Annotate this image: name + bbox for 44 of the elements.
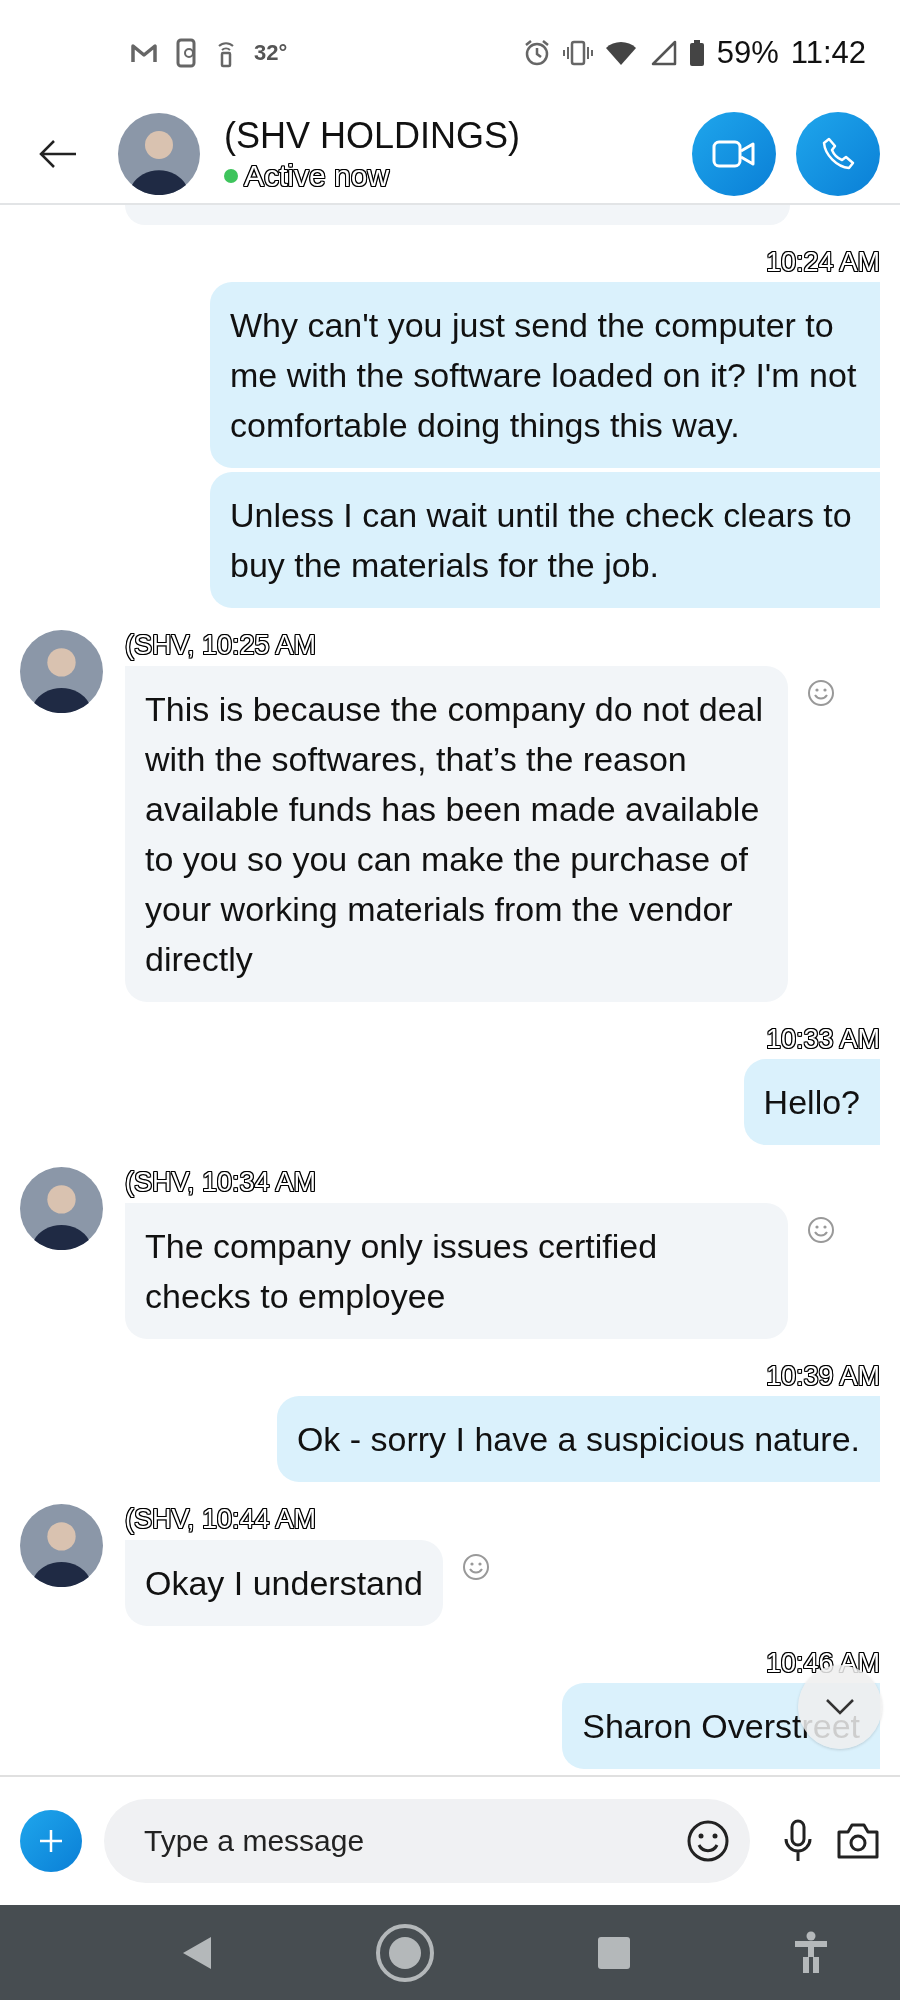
home-icon[interactable]	[375, 1922, 435, 1983]
battery-level: 59%	[716, 34, 779, 71]
message-bubble: This is because the company do not deal with the softwares, that’s the reason available funds has been made available to you so you can make the purchase of your working materials from the vendor directly	[125, 666, 788, 1002]
avatar[interactable]	[118, 113, 200, 195]
avatar[interactable]	[20, 1504, 103, 1587]
microphone-icon[interactable]	[782, 1819, 814, 1863]
wifi-icon	[604, 39, 637, 66]
message-time: 10:39 AM	[765, 1361, 880, 1391]
avatar[interactable]	[20, 630, 103, 713]
presence-status: Active now	[244, 159, 390, 193]
mail-icon	[130, 41, 158, 64]
plus-icon	[38, 1828, 64, 1854]
message-bubble: The company only issues certified checks to employee	[125, 1203, 788, 1339]
message-input[interactable]: Type a message	[104, 1799, 750, 1883]
message-bubble: Unless I can wait until the check clears to buy the materials for the job.	[210, 472, 880, 608]
contact-name: (SHV HOLDINGS)	[224, 115, 522, 157]
avatar[interactable]	[20, 1167, 103, 1250]
temperature: 32°	[254, 39, 288, 66]
reaction-icon[interactable]	[460, 1552, 491, 1582]
reaction-icon[interactable]	[806, 678, 836, 708]
emoji-icon[interactable]	[686, 1819, 730, 1863]
battery-icon	[688, 38, 705, 67]
recents-icon[interactable]	[597, 1935, 631, 1970]
message-bubble: Why can't you just send the computer to me with the software loaded on it? I'm not comfortable doing things this way.	[210, 282, 880, 468]
reaction-icon[interactable]	[806, 1215, 836, 1245]
sender-time: (SHV, 10:44 AM	[125, 1504, 318, 1534]
message-bubble: Hello?	[743, 1059, 880, 1145]
sender-time: (SHV, 10:34 AM	[125, 1167, 318, 1197]
phone-sync-icon	[176, 37, 198, 68]
message-time: 10:46 AM	[765, 1648, 880, 1678]
message-bubble: Okay I understand	[125, 1540, 443, 1626]
phone-icon	[820, 136, 856, 172]
vibrate-icon	[562, 39, 593, 66]
message-time: 10:24 AM	[765, 247, 880, 277]
message-bubble: Ok - sorry I have a suspicious nature.	[276, 1396, 880, 1482]
accessibility-icon[interactable]	[793, 1930, 829, 1975]
clock: 11:42	[790, 34, 866, 71]
chevron-down-icon	[825, 1698, 855, 1716]
video-camera-icon	[712, 139, 756, 169]
message-time: 10:33 AM	[765, 1024, 880, 1054]
back-arrow-icon[interactable]	[38, 139, 78, 169]
back-icon[interactable]	[181, 1934, 213, 1971]
camera-icon[interactable]	[836, 1822, 880, 1860]
sender-time: (SHV, 10:25 AM	[125, 630, 318, 660]
